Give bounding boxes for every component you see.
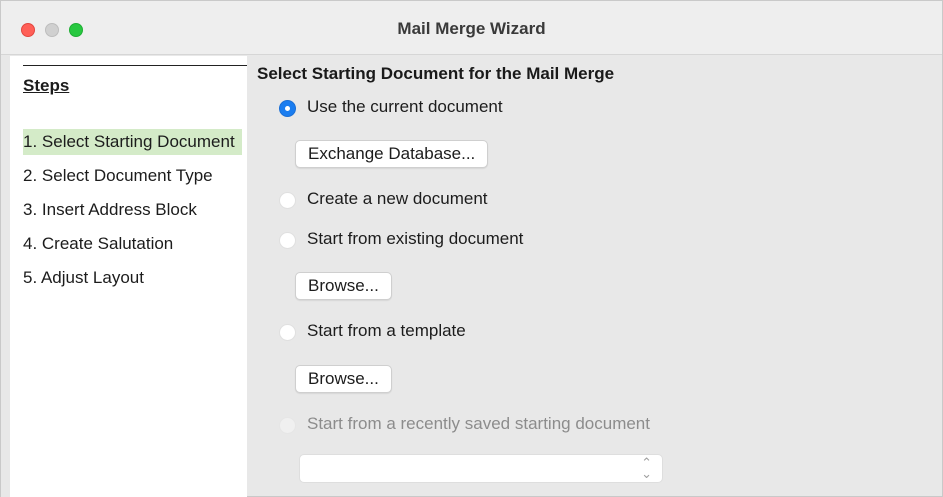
section-title: Select Starting Document for the Mail Me…: [257, 64, 615, 83]
start-existing-document-radio[interactable]: [279, 232, 296, 249]
create-new-document-label[interactable]: Create a new document: [307, 189, 488, 209]
step-select-document-type[interactable]: 2. Select Document Type: [23, 163, 243, 189]
step-adjust-layout[interactable]: 5. Adjust Layout: [23, 265, 243, 291]
use-current-document-label[interactable]: Use the current document: [307, 97, 503, 117]
steps-sidebar: Steps 1. Select Starting Document 2. Sel…: [10, 56, 247, 497]
start-recent-document-label: Start from a recently saved starting doc…: [307, 414, 650, 433]
create-new-document-radio[interactable]: [279, 192, 296, 209]
chevron-up-down-icon: ⌃ ⌄: [641, 456, 652, 482]
use-current-document-radio[interactable]: [279, 100, 296, 117]
start-template-radio[interactable]: [279, 324, 296, 341]
left-edge: [1, 56, 10, 497]
browse-template-button[interactable]: Browse...: [295, 365, 392, 393]
recent-documents-select: ⌃ ⌄: [299, 454, 663, 483]
main-panel: Select Starting Document for the Mail Me…: [247, 56, 942, 497]
steps-heading: Steps: [23, 76, 70, 95]
mail-merge-window: Mail Merge Wizard Steps 1. Select Starti…: [0, 0, 943, 497]
browse-existing-button[interactable]: Browse...: [295, 272, 392, 300]
title-bar: Mail Merge Wizard: [1, 1, 942, 55]
exchange-database-button[interactable]: Exchange Database...: [295, 140, 489, 168]
step-insert-address-block[interactable]: 3. Insert Address Block: [23, 197, 243, 223]
start-template-label[interactable]: Start from a template: [307, 321, 466, 341]
steps-divider: [23, 65, 247, 66]
start-existing-document-label[interactable]: Start from existing document: [307, 229, 523, 249]
step-select-starting-document[interactable]: 1. Select Starting Document: [23, 129, 242, 155]
start-recent-document-radio: [279, 417, 296, 434]
window-title: Mail Merge Wizard: [397, 19, 546, 38]
step-create-salutation[interactable]: 4. Create Salutation: [23, 231, 243, 257]
